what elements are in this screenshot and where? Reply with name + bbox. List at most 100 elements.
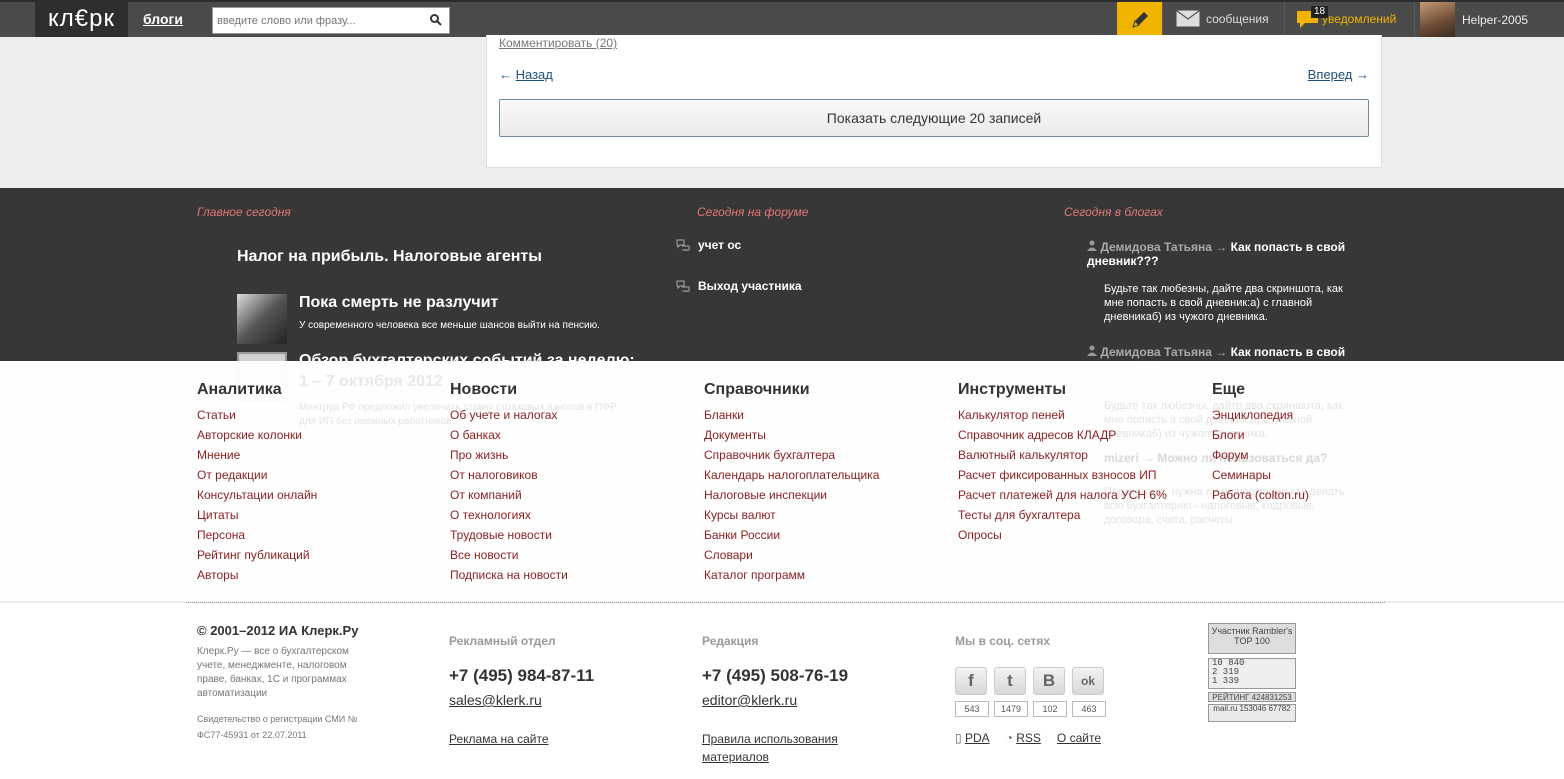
ads-email-link[interactable]: sales@klerk.ru — [449, 692, 542, 708]
footer-misc-links: ▯ PDA ◔ RSS О сайте — [955, 731, 1101, 745]
footer-link[interactable]: Опросы — [958, 525, 1167, 545]
footer-link[interactable]: Календарь налогоплательщика — [704, 465, 879, 485]
footer-link[interactable]: Тесты для бухгалтера — [958, 505, 1167, 525]
footer-link[interactable]: О банках — [450, 425, 568, 445]
ads-heading: Рекламный отдел — [449, 634, 556, 648]
footer-link[interactable]: Документы — [704, 425, 879, 445]
footer-link[interactable]: Банки России — [704, 525, 879, 545]
odnoklassniki-widget[interactable]: ok 463 — [1072, 667, 1106, 717]
footer-link[interactable]: Словари — [704, 545, 879, 565]
odnoklassniki-icon[interactable]: ok — [1072, 667, 1104, 695]
forum-topic[interactable]: учет ос — [676, 238, 741, 252]
site-description: Клерк.Ру — все о бухгалтерском учете, ме… — [197, 646, 349, 699]
phone-icon: ▯ — [955, 731, 965, 745]
prev-page-link[interactable]: ← Назад — [499, 67, 553, 82]
terms-of-use-link[interactable]: Правила использования материалов — [702, 732, 838, 764]
facebook-count: 543 — [955, 701, 989, 717]
blogs-nav-link[interactable]: блоги — [143, 11, 183, 27]
twitter-widget[interactable]: t 1479 — [994, 667, 1028, 717]
notifications-label: уведомлений — [1322, 12, 1397, 26]
search-input[interactable] — [213, 8, 423, 33]
avatar[interactable] — [1420, 2, 1455, 37]
write-post-button[interactable] — [1117, 2, 1162, 37]
footer-link[interactable]: Про жизнь — [450, 445, 568, 465]
site-logo[interactable]: кл€рк — [35, 2, 128, 37]
liveinternet-counter[interactable]: 10 840 2 319 1 339 — [1208, 658, 1296, 689]
person-icon — [1087, 345, 1097, 356]
about-site-link[interactable]: О сайте — [1057, 731, 1101, 745]
advertising-link[interactable]: Реклама на сайте — [449, 732, 549, 746]
footer-link[interactable]: Цитаты — [197, 505, 317, 525]
footer-link[interactable]: Справочник бухгалтера — [704, 445, 879, 465]
comment-link[interactable]: Комментировать (20) — [499, 36, 617, 50]
footer-link[interactable]: Статьи — [197, 405, 317, 425]
footer-link[interactable]: Налоговые инспекции — [704, 485, 879, 505]
footer-link[interactable]: Форум — [1212, 445, 1309, 465]
footer-editorial-contacts: Редакция +7 (495) 508-76-19 editor@klerk… — [702, 634, 862, 766]
editorial-email-link[interactable]: editor@klerk.ru — [702, 692, 797, 708]
footer-link[interactable]: О технологиях — [450, 505, 568, 525]
rambler-top100-badge[interactable]: Участник Rambler's TOP 100 — [1208, 623, 1296, 654]
footer-link[interactable]: Курсы валют — [704, 505, 879, 525]
search-box — [212, 7, 450, 34]
footer-link[interactable]: Авторы — [197, 565, 317, 585]
today-section: Главное сегодня Сегодня на форуме Сегодн… — [0, 188, 1564, 402]
footer-navigation: 1 – 7 октября 2012 Минтруд РФ предложил … — [0, 361, 1564, 601]
arrow-left-icon: ← — [499, 67, 516, 82]
blog-author[interactable]: Демидова Татьяна — [1100, 240, 1212, 254]
footer-link[interactable]: Авторские колонки — [197, 425, 317, 445]
news-title[interactable]: Пока смерть не разлучит — [299, 294, 498, 312]
vkontakte-count: 102 — [1033, 701, 1067, 717]
footer-link[interactable]: Блоги — [1212, 425, 1309, 445]
main-headline-link[interactable]: Налог на прибыль. Налоговые агенты — [237, 248, 542, 266]
rss-link[interactable]: ◔ RSS — [1006, 731, 1041, 745]
footer-link[interactable]: Об учете и налогах — [450, 405, 568, 425]
footer-link[interactable]: Валютный калькулятор — [958, 445, 1167, 465]
footer-divider — [186, 602, 1385, 603]
footer-link[interactable]: Трудовые новости — [450, 525, 568, 545]
pencil-icon — [1131, 11, 1148, 28]
footer-link[interactable]: Семинары — [1212, 465, 1309, 485]
footer-link[interactable]: Каталог программ — [704, 565, 879, 585]
blog-entry[interactable]: Демидова Татьяна → Как попасть в свой дн… — [1087, 240, 1352, 324]
vkontakte-icon[interactable]: B — [1033, 667, 1065, 695]
footer-link[interactable]: Подписка на новости — [450, 565, 568, 585]
footer-link[interactable]: От редакции — [197, 465, 317, 485]
footer-link[interactable]: Консультации онлайн — [197, 485, 317, 505]
mail-rating-badge[interactable]: РЕЙТИНГ 424831253 — [1208, 692, 1296, 702]
pda-link[interactable]: ▯ PDA — [955, 731, 990, 745]
blog-author[interactable]: Демидова Татьяна — [1100, 345, 1212, 359]
footer-link[interactable]: Калькулятор пеней — [958, 405, 1167, 425]
footer-link[interactable]: Все новости — [450, 545, 568, 565]
footer-link[interactable]: Расчет платежей для налога УСН 6% — [958, 485, 1167, 505]
rss-label: RSS — [1016, 731, 1041, 745]
footer-link[interactable]: Рейтинг публикаций — [197, 545, 317, 565]
footer-link[interactable]: От компаний — [450, 485, 568, 505]
footer-link[interactable]: Мнение — [197, 445, 317, 465]
chat-icon — [676, 239, 690, 251]
facebook-icon[interactable]: f — [955, 667, 987, 695]
footer-link[interactable]: Расчет фиксированных взносов ИП — [958, 465, 1167, 485]
username[interactable]: Helper-2005 — [1462, 13, 1528, 27]
mail-counter-badge[interactable]: mail.ru 153046 67782 — [1208, 704, 1296, 722]
vkontakte-widget[interactable]: B 102 — [1033, 667, 1067, 717]
footer-link[interactable]: Энциклопедия — [1212, 405, 1309, 425]
messages-link[interactable]: сообщения — [1176, 10, 1269, 27]
show-more-button[interactable]: Показать следующие 20 записей — [499, 99, 1369, 137]
forum-topic-label: учет ос — [698, 238, 742, 252]
notifications-link[interactable]: 18 уведомлений — [1296, 6, 1397, 30]
search-icon[interactable] — [429, 13, 443, 27]
footer-link[interactable]: От налоговиков — [450, 465, 568, 485]
twitter-icon[interactable]: t — [994, 667, 1026, 695]
blog-excerpt: Будьте так любезны, дайте два скриншота,… — [1104, 283, 1343, 323]
forum-topic[interactable]: Выход участника — [676, 279, 802, 293]
next-page-link[interactable]: Вперед → — [1308, 67, 1369, 82]
footer-column-references: Справочники Бланки Документы Справочник … — [704, 381, 879, 585]
footer-column-heading: Справочники — [704, 381, 810, 398]
footer-ads-contacts: Рекламный отдел +7 (495) 984-87-11 sales… — [449, 634, 594, 748]
footer-link[interactable]: Бланки — [704, 405, 879, 425]
footer-link[interactable]: Справочник адресов КЛАДР — [958, 425, 1167, 445]
footer-link[interactable]: Персона — [197, 525, 317, 545]
footer-link[interactable]: Работа (colton.ru) — [1212, 485, 1309, 505]
facebook-widget[interactable]: f 543 — [955, 667, 989, 717]
